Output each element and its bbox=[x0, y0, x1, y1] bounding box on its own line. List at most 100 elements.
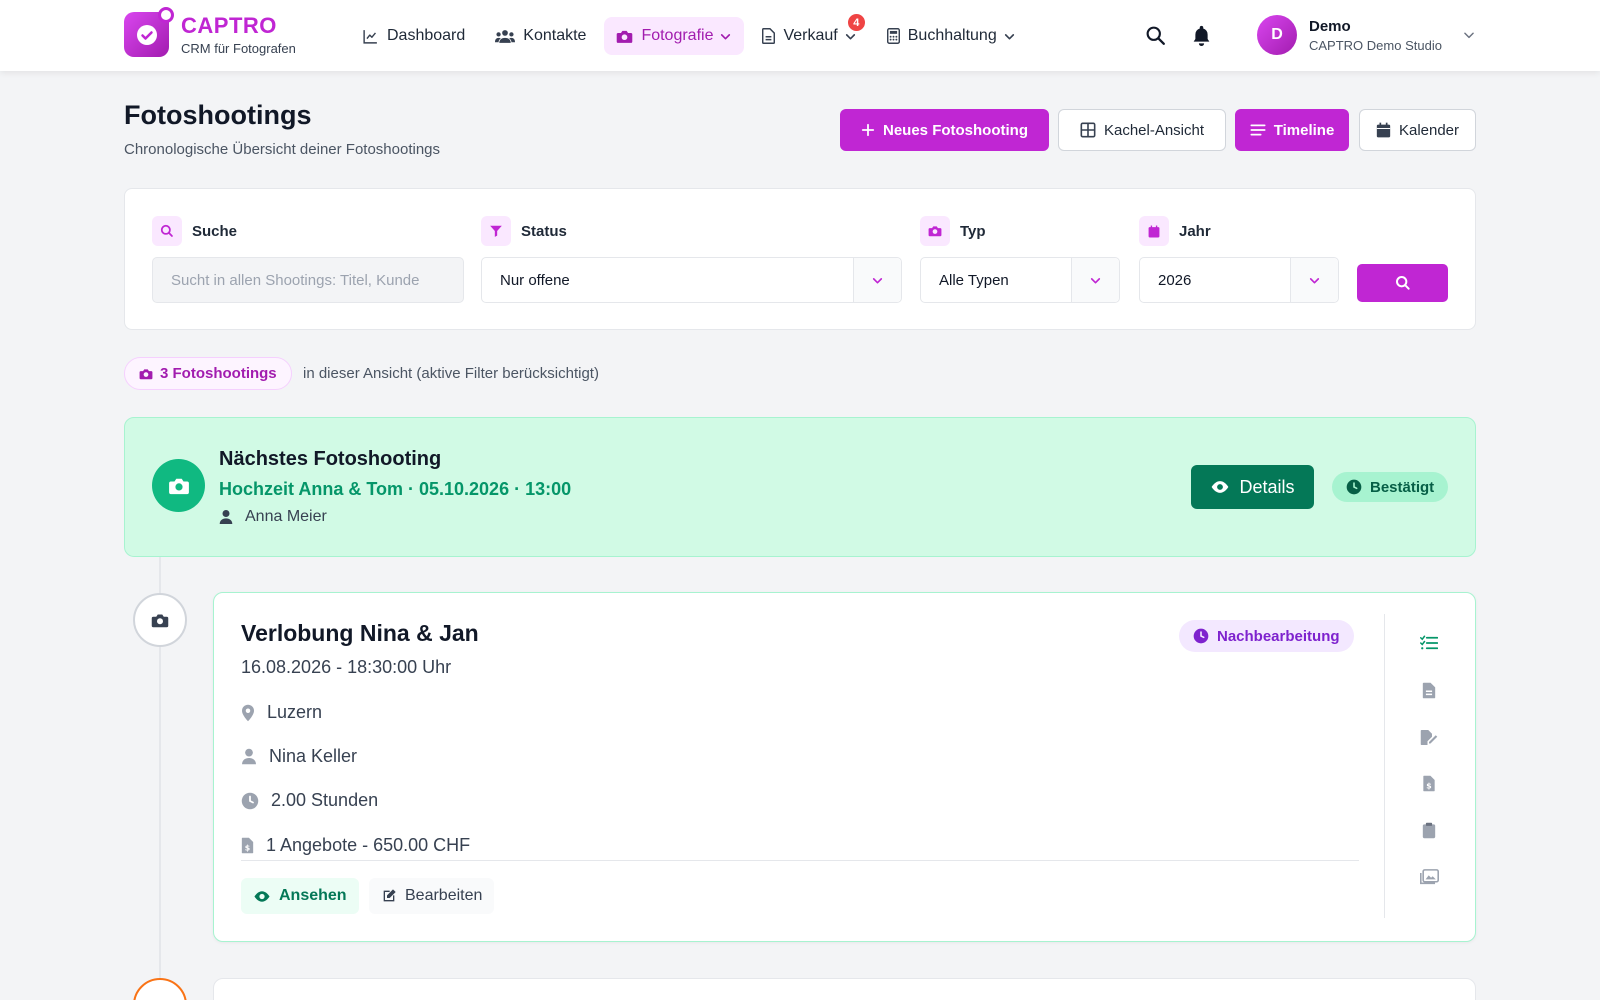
eye-icon bbox=[1212, 481, 1229, 493]
shooting-duration: 2.00 Stunden bbox=[241, 790, 378, 811]
tile-view-label: Kachel-Ansicht bbox=[1103, 121, 1205, 139]
edit-icon bbox=[383, 889, 396, 902]
calendar-view-button[interactable]: Kalender bbox=[1359, 109, 1476, 151]
nav-sales-label: Verkauf bbox=[783, 27, 838, 44]
year-filter-label: Jahr bbox=[1139, 216, 1211, 246]
map-pin-icon bbox=[242, 704, 254, 721]
chart-line-icon bbox=[363, 29, 377, 44]
chevron-down-icon[interactable] bbox=[1462, 28, 1476, 47]
search-filter-label: Suche bbox=[152, 216, 237, 246]
details-button[interactable]: Details bbox=[1191, 465, 1314, 509]
edit-button[interactable]: Bearbeiten bbox=[369, 878, 495, 914]
calendar-view-label: Kalender bbox=[1398, 121, 1460, 139]
contract-sign-icon[interactable] bbox=[1418, 726, 1440, 748]
nav-contacts[interactable]: Kontakte bbox=[483, 17, 598, 55]
gallery-icon[interactable] bbox=[1418, 866, 1440, 888]
search-placeholder: Sucht in allen Shootings: Titel, Kunde bbox=[171, 271, 420, 289]
search-icon bbox=[1395, 276, 1410, 290]
nav-sales[interactable]: Verkauf 4 bbox=[750, 12, 868, 55]
calendar-icon bbox=[1139, 216, 1169, 246]
status-selected-value: Nur offene bbox=[500, 271, 570, 289]
shooting-card bbox=[213, 978, 1476, 1000]
next-client-name: Anna Meier bbox=[245, 508, 327, 525]
type-filter-label: Typ bbox=[920, 216, 986, 246]
type-select[interactable]: Alle Typen bbox=[920, 257, 1120, 303]
camera-icon bbox=[151, 614, 169, 627]
filter-icon bbox=[481, 216, 511, 246]
timeline-node bbox=[133, 593, 187, 647]
offers-text: 1 Angebote - 650.00 CHF bbox=[266, 835, 471, 855]
top-navigation-bar: CAPTRO CRM für Fotografen Dashboard Kont… bbox=[0, 0, 1600, 71]
nav-accounting[interactable]: Buchhaltung bbox=[875, 17, 1028, 55]
status-badge-text: Nachbearbeitung bbox=[1217, 627, 1340, 645]
shooting-title[interactable]: Verlobung Nina & Jan bbox=[241, 620, 479, 647]
details-label: Details bbox=[1239, 476, 1295, 497]
nav-photography-label: Fotografie bbox=[641, 27, 714, 44]
clock-icon bbox=[241, 792, 259, 809]
list-lines-icon bbox=[1250, 124, 1266, 136]
type-selected-value: Alle Typen bbox=[939, 271, 1009, 289]
nav-photography[interactable]: Fotografie bbox=[604, 17, 745, 55]
shooting-offers: $ 1 Angebote - 650.00 CHF bbox=[241, 835, 470, 856]
camera-icon bbox=[617, 30, 633, 43]
camera-icon bbox=[139, 368, 153, 379]
page-subtitle: Chronologische Übersicht deiner Fotoshoo… bbox=[124, 141, 441, 158]
invoice-icon: $ bbox=[241, 837, 254, 854]
camera-icon bbox=[152, 459, 205, 512]
location-text: Luzern bbox=[267, 702, 323, 722]
apply-filter-button[interactable] bbox=[1357, 264, 1448, 302]
user-menu[interactable]: D Demo CAPTRO Demo Studio bbox=[1257, 15, 1442, 55]
chevron-down-icon bbox=[1071, 258, 1119, 302]
view-label: Ansehen bbox=[279, 887, 347, 904]
app-name: CAPTRO bbox=[181, 13, 277, 38]
grid-icon bbox=[1080, 122, 1096, 138]
camera-icon bbox=[920, 216, 950, 246]
duration-text: 2.00 Stunden bbox=[271, 790, 379, 810]
shooting-count-text: 3 Fotoshootings bbox=[160, 365, 277, 382]
card-divider bbox=[241, 860, 1359, 861]
status-label-text: Status bbox=[521, 222, 567, 240]
svg-text:$: $ bbox=[1426, 781, 1431, 790]
new-shooting-button[interactable]: Neues Fotoshooting bbox=[840, 109, 1049, 151]
year-selected-value: 2026 bbox=[1158, 271, 1192, 289]
chevron-down-icon bbox=[853, 258, 901, 302]
status-badge-text: Bestätigt bbox=[1370, 478, 1435, 496]
type-label-text: Typ bbox=[960, 222, 986, 240]
calendar-icon bbox=[1376, 122, 1391, 138]
page-title: Fotoshootings bbox=[124, 100, 312, 130]
app-logo[interactable]: CAPTRO CRM für Fotografen bbox=[124, 7, 296, 57]
shooting-client: Nina Keller bbox=[241, 746, 357, 767]
app-tagline: CRM für Fotografen bbox=[181, 41, 296, 56]
view-button[interactable]: Ansehen bbox=[241, 878, 359, 914]
user-organization: CAPTRO Demo Studio bbox=[1309, 37, 1442, 53]
svg-text:$: $ bbox=[245, 843, 250, 852]
tile-view-button[interactable]: Kachel-Ansicht bbox=[1058, 109, 1226, 151]
timeline-view-button[interactable]: Timeline bbox=[1235, 109, 1349, 151]
document-icon bbox=[762, 28, 776, 44]
status-select[interactable]: Nur offene bbox=[481, 257, 902, 303]
search-input[interactable]: Sucht in allen Shootings: Titel, Kunde bbox=[152, 257, 464, 303]
document-icon[interactable] bbox=[1418, 679, 1440, 701]
calculator-icon bbox=[886, 28, 900, 44]
search-icon[interactable] bbox=[1144, 24, 1166, 46]
invoice-icon[interactable]: $ bbox=[1418, 772, 1440, 794]
eye-icon bbox=[254, 890, 270, 902]
search-label-text: Suche bbox=[192, 222, 238, 240]
status-filter-label: Status bbox=[481, 216, 567, 246]
shooting-location: Luzern bbox=[241, 702, 322, 723]
main-nav: Dashboard Kontakte Fotografie Verkauf 4 … bbox=[350, 12, 1028, 55]
year-label-text: Jahr bbox=[1179, 222, 1211, 240]
sales-notification-badge: 4 bbox=[845, 12, 867, 33]
filter-note: in dieser Ansicht (aktive Filter berücks… bbox=[303, 365, 599, 382]
year-select[interactable]: 2026 bbox=[1139, 257, 1339, 303]
bell-icon[interactable] bbox=[1190, 24, 1212, 46]
clipboard-icon[interactable] bbox=[1418, 819, 1440, 841]
next-shooting-client: Anna Meier bbox=[219, 508, 327, 526]
client-text: Nina Keller bbox=[269, 746, 358, 766]
nav-dashboard[interactable]: Dashboard bbox=[350, 17, 477, 55]
logo-check-icon bbox=[124, 7, 174, 57]
checklist-icon[interactable] bbox=[1418, 632, 1440, 654]
timeline-view-label: Timeline bbox=[1273, 121, 1335, 139]
chevron-down-icon bbox=[1290, 258, 1338, 302]
chevron-down-icon bbox=[1004, 33, 1014, 39]
